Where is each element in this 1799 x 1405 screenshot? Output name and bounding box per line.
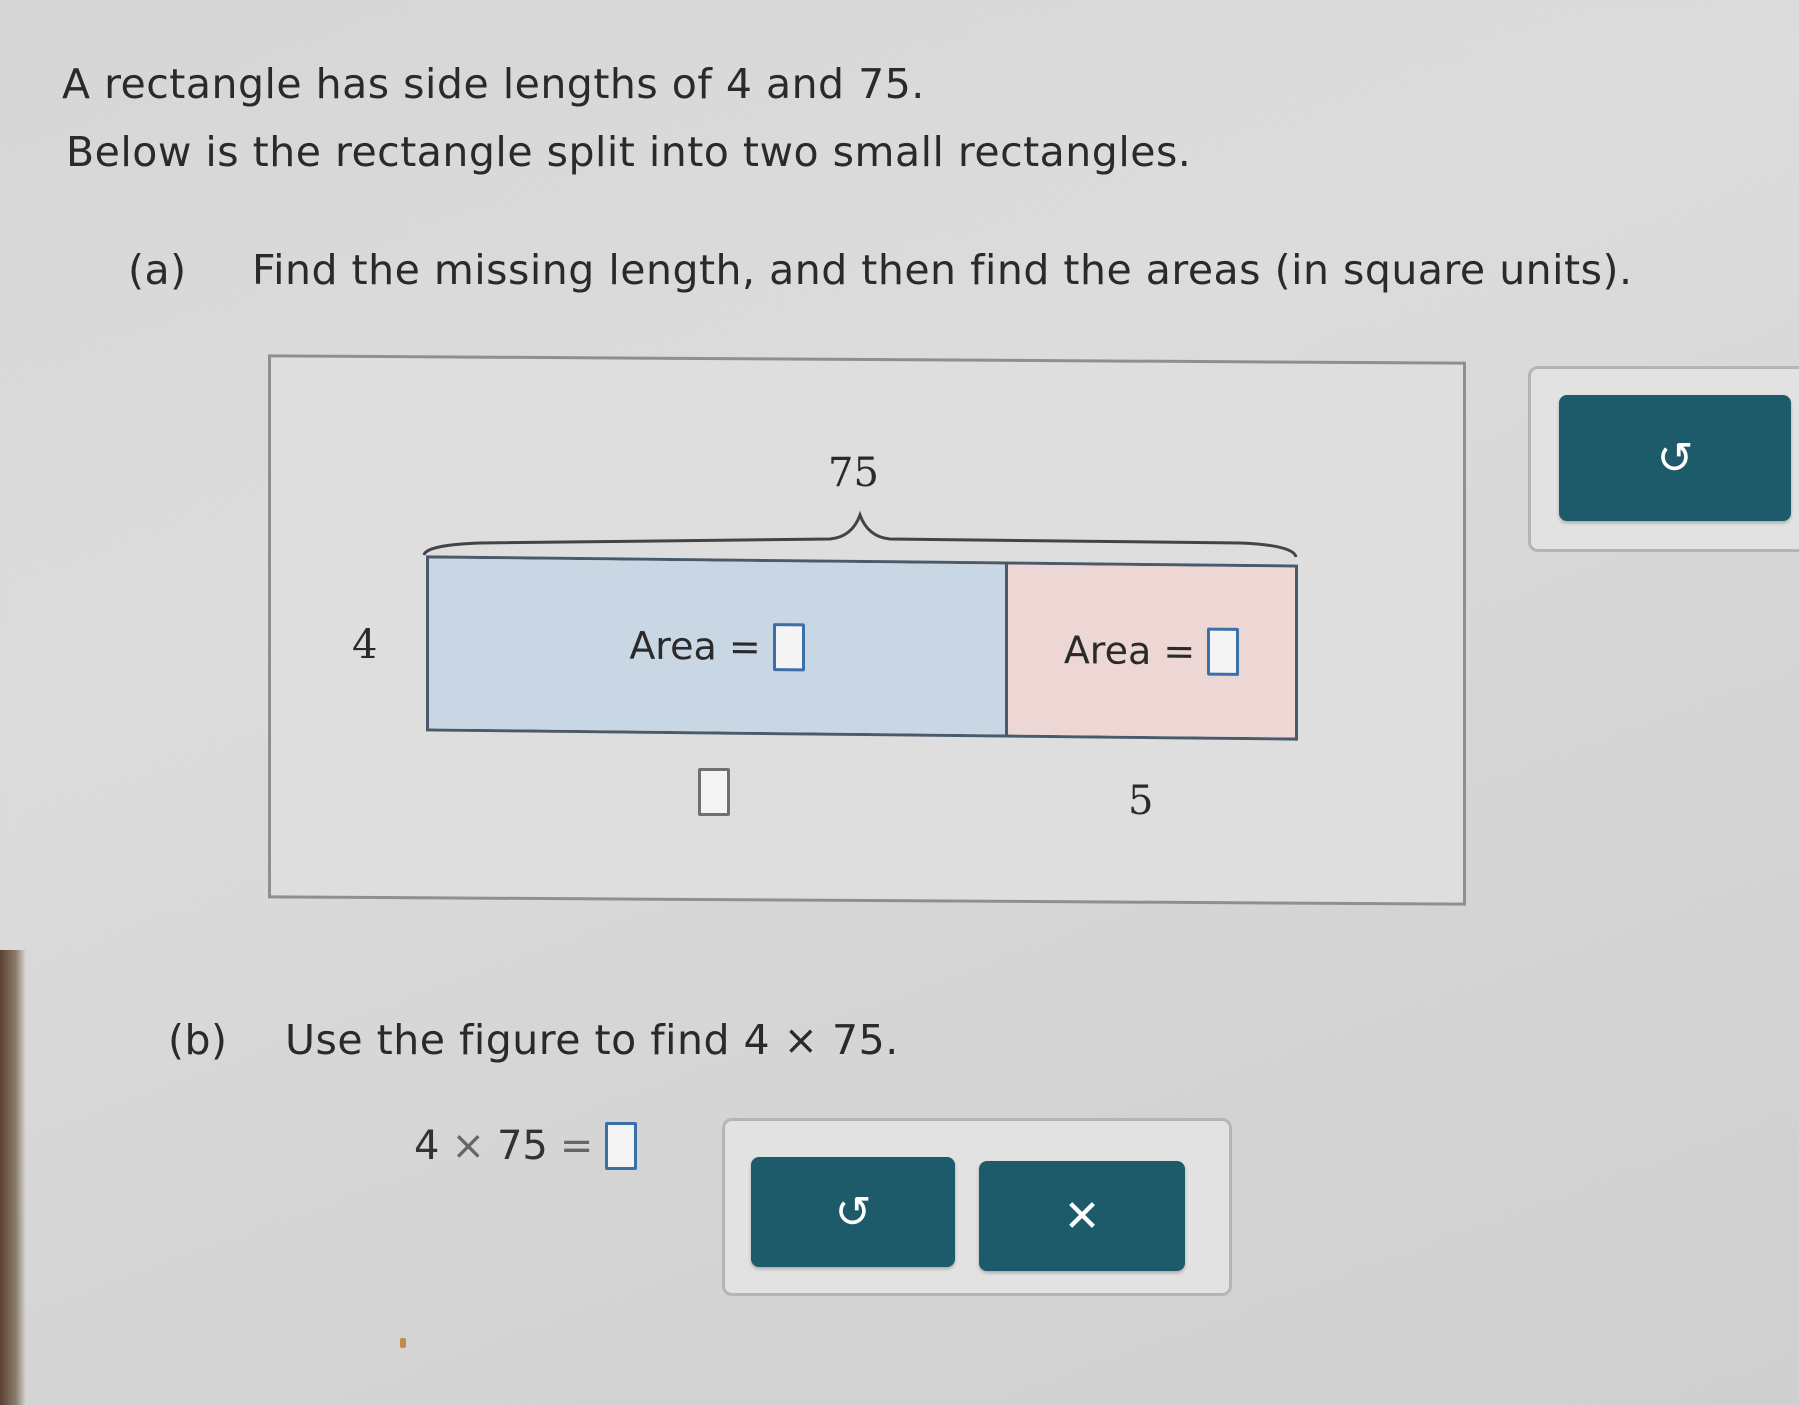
- equation: 4 × 75 =: [414, 1122, 638, 1170]
- part-a-tool-panel: ↺: [1528, 366, 1799, 552]
- equation-equals: =: [559, 1123, 594, 1169]
- part-a-text: Find the missing length, and then find t…: [252, 246, 1633, 294]
- undo-icon: ↺: [834, 1186, 872, 1238]
- split-rectangle: Area = Area =: [426, 555, 1298, 741]
- side-length-label: 4: [352, 622, 378, 668]
- right-bottom-length-label: 5: [1128, 778, 1154, 824]
- problem-statement-line-1: A rectangle has side lengths of 4 and 75…: [62, 60, 925, 108]
- left-area-input[interactable]: [772, 623, 805, 672]
- part-b-question: (b) Use the figure to find 4 × 75.: [168, 1016, 899, 1064]
- part-b-text: Use the figure to find 4 × 75.: [285, 1016, 899, 1064]
- part-a-question: (a) Find the missing length, and then fin…: [128, 246, 1633, 294]
- top-brace: [422, 510, 1298, 558]
- product-answer-input[interactable]: [605, 1122, 638, 1170]
- clear-button-part-b[interactable]: ✕: [979, 1161, 1185, 1271]
- left-area-label: Area =: [629, 623, 761, 669]
- part-b-tool-panel: ↺ ✕: [722, 1118, 1232, 1296]
- close-icon: ✕: [1063, 1190, 1101, 1242]
- missing-length-input[interactable]: [698, 768, 730, 816]
- top-length-label: 75: [828, 450, 879, 496]
- left-area-group: Area =: [629, 622, 805, 672]
- undo-button-part-a[interactable]: ↺: [1559, 395, 1791, 521]
- background-edge: [0, 950, 26, 1405]
- equation-left-operand: 4: [414, 1123, 440, 1169]
- part-a-label: (a): [128, 246, 187, 294]
- right-area-group: Area =: [1063, 626, 1240, 676]
- left-rectangle: Area =: [429, 558, 1008, 735]
- right-rectangle: Area =: [1008, 564, 1295, 738]
- undo-icon: ↺: [1656, 432, 1694, 484]
- undo-button-part-b[interactable]: ↺: [751, 1157, 955, 1267]
- equation-operator: ×: [451, 1123, 485, 1169]
- right-area-input[interactable]: [1207, 627, 1240, 676]
- right-area-label: Area =: [1063, 628, 1196, 674]
- equation-right-operand: 75: [496, 1123, 548, 1169]
- problem-statement-line-2: Below is the rectangle split into two sm…: [66, 128, 1192, 176]
- background-mark: [400, 1338, 406, 1348]
- part-b-label: (b): [168, 1016, 228, 1064]
- missing-length-wrap: [698, 768, 730, 820]
